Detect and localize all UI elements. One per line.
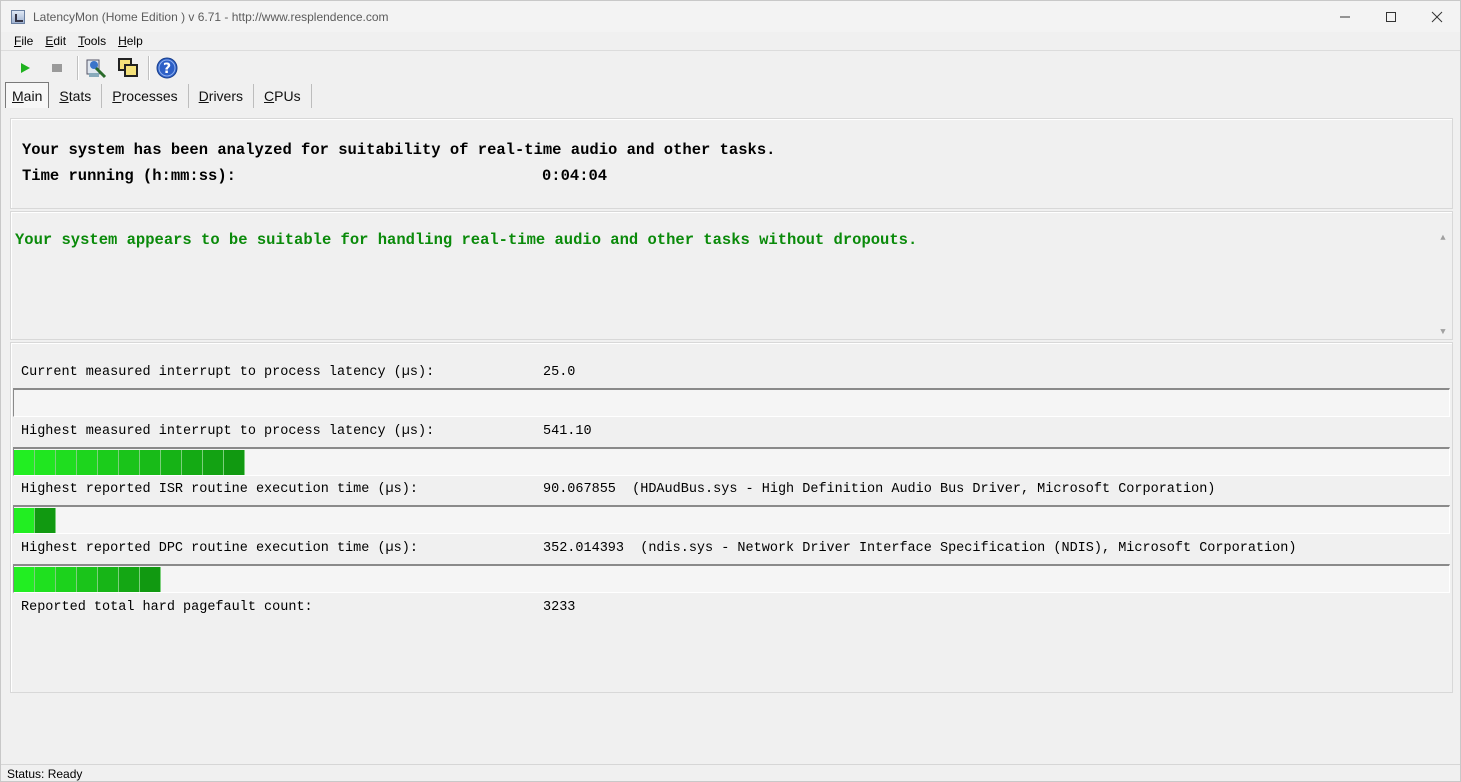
menu-file-label: ile — [21, 34, 34, 48]
windows-button[interactable] — [114, 54, 142, 82]
time-running-label: Time running (h:mm:ss): — [22, 167, 236, 185]
menu-help[interactable]: Help — [112, 34, 149, 48]
highest-latency-bar — [13, 447, 1450, 476]
minimize-icon — [1340, 16, 1350, 17]
verdict-panel: Your system appears to be suitable for h… — [10, 211, 1453, 340]
drivers-icon — [86, 59, 107, 79]
menu-edit-label: dit — [53, 34, 67, 48]
tab-processes-accel: P — [112, 88, 122, 104]
dpc-bar-fill — [14, 567, 161, 592]
tab-cpus[interactable]: C PUs — [254, 84, 312, 108]
menu-help-accel: H — [118, 34, 127, 48]
tab-cpus-accel: C — [264, 88, 275, 104]
bar-segment — [56, 567, 77, 592]
tab-drivers-label: rivers — [208, 88, 244, 104]
maximize-icon — [1386, 11, 1396, 22]
bar-segment — [35, 508, 56, 533]
bar-segment — [119, 450, 140, 475]
dpc-bar — [13, 564, 1450, 593]
bar-segment — [161, 450, 182, 475]
title-bar[interactable]: LatencyMon (Home Edition ) v 6.71 - http… — [1, 1, 1460, 32]
bar-segment — [35, 567, 56, 592]
close-button[interactable] — [1414, 1, 1460, 32]
menu-tools-label: ools — [84, 34, 107, 48]
menu-help-label: elp — [126, 34, 143, 48]
metrics-panel: Current measured interrupt to process la… — [10, 342, 1453, 693]
tab-cpus-label: PUs — [274, 88, 301, 104]
bar-segment — [14, 567, 35, 592]
time-running-value: 0:04:04 — [542, 167, 608, 185]
pagefault-label: Reported total hard pagefault count: — [21, 600, 313, 615]
bar-segment — [98, 567, 119, 592]
tab-main[interactable]: Main — [5, 82, 50, 108]
bar-segment — [14, 508, 35, 533]
scroll-up-arrow[interactable]: ▲ — [1438, 233, 1448, 243]
close-icon — [1431, 11, 1443, 22]
isr-bar — [13, 505, 1450, 534]
tab-stats-label: tats — [68, 88, 92, 104]
bar-segment — [140, 567, 161, 592]
toolbar-separator-2 — [148, 56, 149, 80]
highest-latency-label: Highest measured interrupt to process la… — [21, 424, 435, 439]
bar-segment — [35, 450, 56, 475]
tab-bar: Main Stats Processes Drivers C PUs — [5, 82, 312, 108]
bar-segment — [56, 450, 77, 475]
bar-segment — [182, 450, 203, 475]
bar-segment — [224, 450, 245, 475]
bar-segment — [203, 450, 224, 475]
bar-segment — [77, 450, 98, 475]
dpc-value: 352.014393 (ndis.sys - Network Driver In… — [543, 541, 1297, 556]
tab-processes[interactable]: Processes — [102, 84, 189, 108]
toolbar: ? — [1, 53, 1460, 83]
tab-main-accel: M — [12, 87, 24, 104]
bar-segment — [77, 567, 98, 592]
window-controls — [1322, 1, 1460, 32]
current-latency-bar — [13, 388, 1450, 417]
tab-drivers[interactable]: Drivers — [189, 84, 255, 108]
tab-processes-label: rocesses — [121, 88, 178, 104]
menu-tools[interactable]: Tools — [72, 34, 112, 48]
window-title: LatencyMon (Home Edition ) v 6.71 - http… — [33, 9, 389, 24]
toolbar-separator — [77, 56, 78, 80]
start-button[interactable] — [11, 54, 39, 82]
summary-panel: Your system has been analyzed for suitab… — [10, 118, 1453, 209]
drivers-button[interactable] — [82, 54, 110, 82]
menu-file[interactable]: File — [8, 34, 39, 48]
tab-main-label: ain — [23, 87, 43, 104]
isr-bar-fill — [14, 508, 56, 533]
menu-bar: File Edit Tools Help — [1, 32, 1460, 51]
help-button[interactable]: ? — [153, 54, 181, 82]
svg-text:?: ? — [163, 61, 171, 77]
bar-segment — [119, 567, 140, 592]
menu-edit[interactable]: Edit — [39, 34, 72, 48]
pagefault-value: 3233 — [543, 600, 576, 615]
tab-drivers-accel: D — [198, 88, 209, 104]
minimize-button[interactable] — [1322, 1, 1368, 32]
current-latency-label: Current measured interrupt to process la… — [21, 365, 435, 380]
tab-stats-accel: S — [59, 88, 69, 104]
current-latency-value: 25.0 — [543, 365, 576, 380]
dpc-label: Highest reported DPC routine execution t… — [21, 541, 418, 556]
highest-latency-value: 541.10 — [543, 424, 592, 439]
bar-segment — [14, 450, 35, 475]
tab-stats[interactable]: Stats — [49, 84, 103, 108]
status-bar: Status: Ready — [1, 764, 1460, 782]
stop-icon — [52, 64, 62, 72]
scroll-down-arrow[interactable]: ▼ — [1438, 327, 1448, 337]
app-icon — [11, 9, 25, 24]
bar-segment — [98, 450, 119, 475]
analyzed-text: Your system has been analyzed for suitab… — [22, 141, 776, 159]
maximize-button[interactable] — [1368, 1, 1414, 32]
bar-segment — [140, 450, 161, 475]
isr-value: 90.067855 (HDAudBus.sys - High Definitio… — [543, 482, 1216, 497]
highest-latency-bar-fill — [14, 450, 245, 475]
stop-button[interactable] — [43, 54, 71, 82]
app-window: LatencyMon (Home Edition ) v 6.71 - http… — [0, 0, 1461, 782]
status-text: Status: Ready — [7, 767, 83, 781]
windows-icon — [118, 58, 138, 77]
verdict-text: Your system appears to be suitable for h… — [15, 231, 918, 249]
help-icon: ? — [156, 57, 178, 79]
play-icon — [21, 63, 30, 73]
isr-label: Highest reported ISR routine execution t… — [21, 482, 418, 497]
